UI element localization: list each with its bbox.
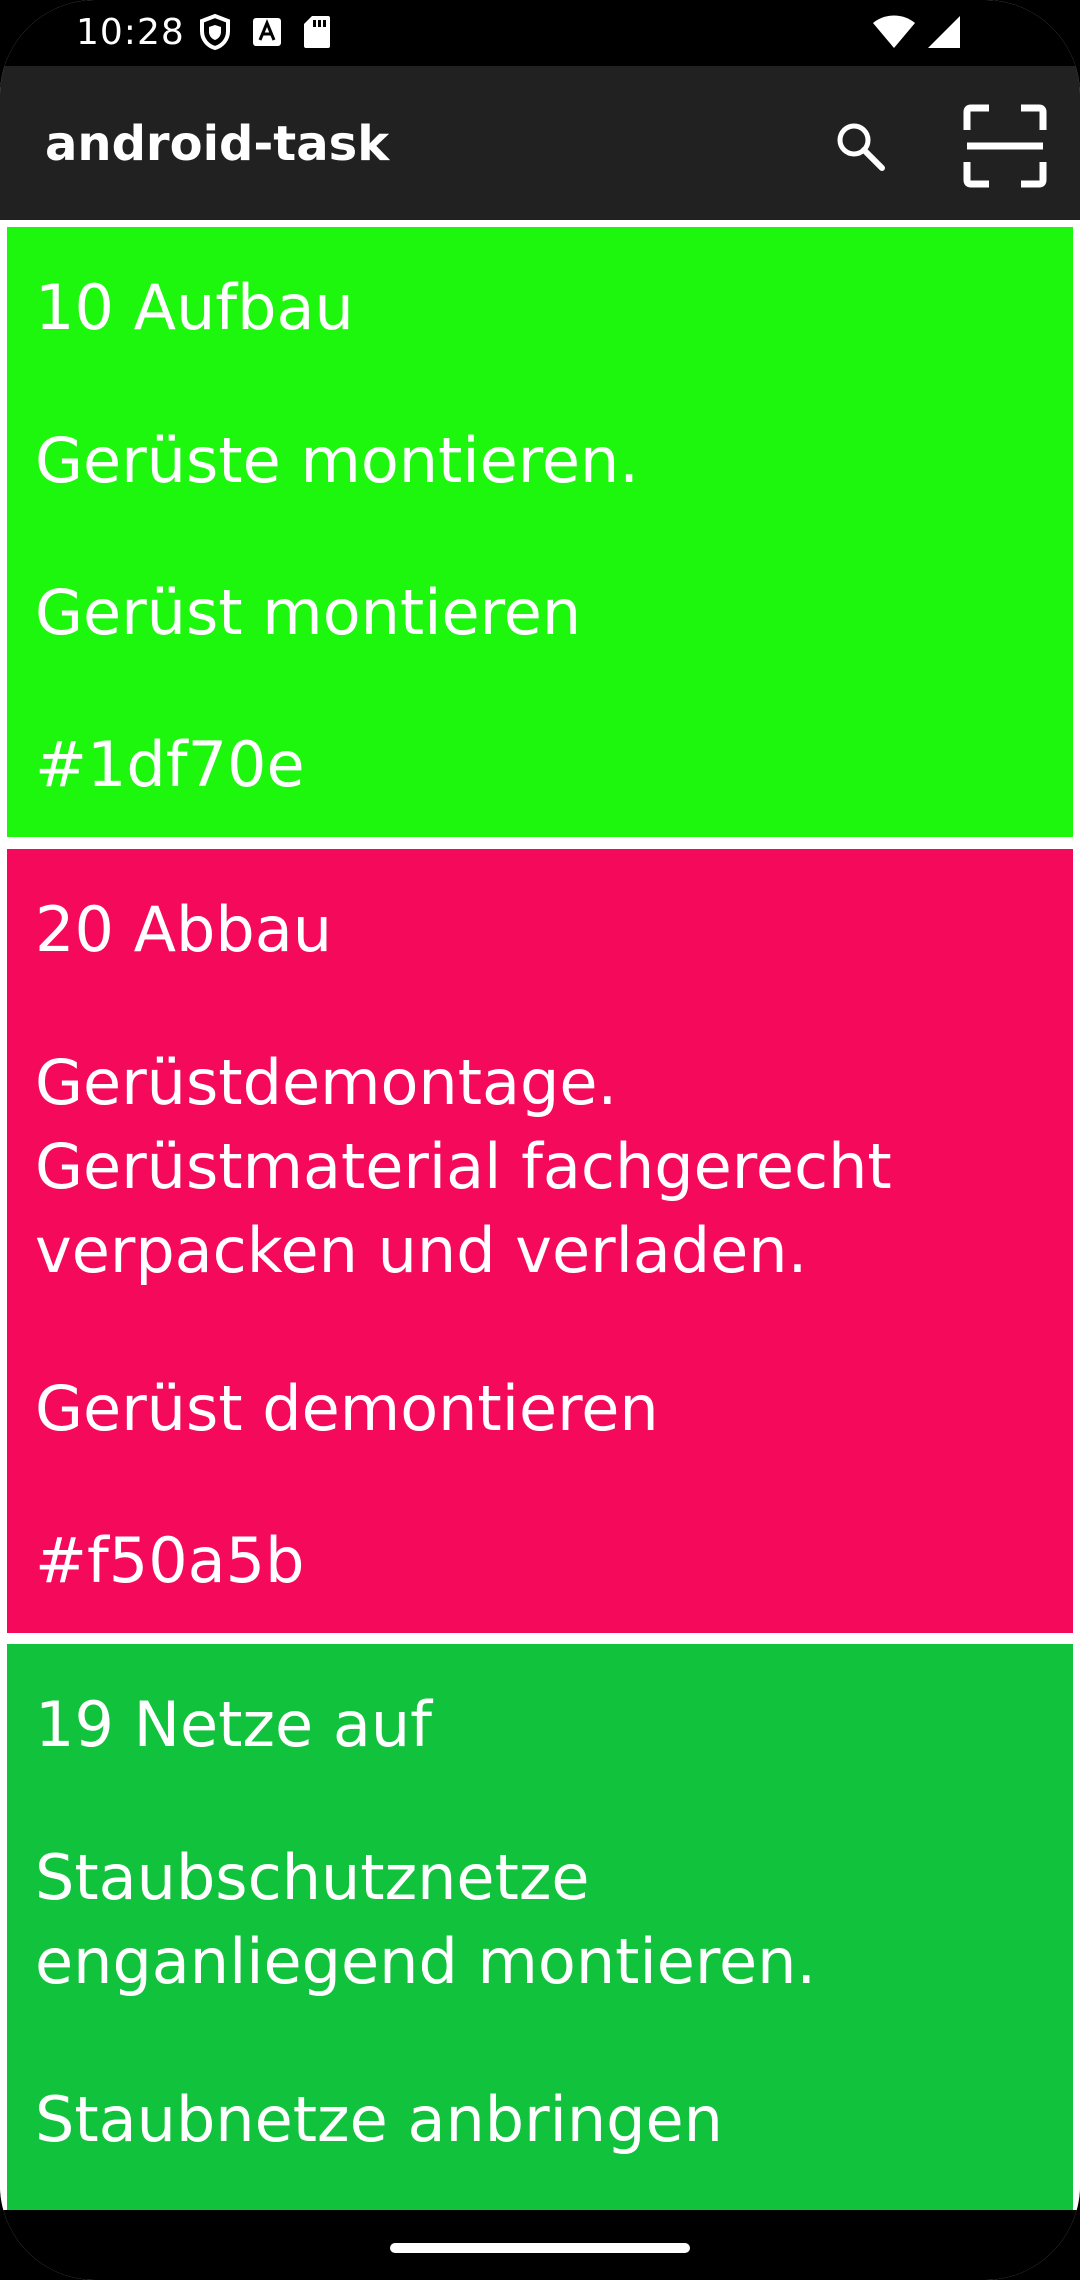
task-description-line: Gerüstdemontage. [35, 1046, 618, 1119]
task-list[interactable]: 10 Aufbau Gerüste montieren. Gerüst mont… [0, 220, 1080, 2210]
search-button[interactable] [818, 106, 902, 190]
task-color: #f50a5b [35, 1524, 305, 1597]
task-description: Gerüste montieren. [35, 424, 640, 497]
status-time: 10:28 [76, 12, 185, 53]
status-icons-left [198, 13, 332, 55]
task-card[interactable]: 20 Abbau Gerüstdemontage. Gerüstmaterial… [7, 849, 1073, 1633]
phone-screen: 10:28 android-task 10 Aufbau Gerüste mon… [0, 0, 1080, 2280]
task-title: 20 Abbau [35, 893, 333, 966]
search-icon [832, 118, 888, 178]
navigation-bar [0, 2210, 1080, 2280]
app-bar: android-task [0, 66, 1080, 220]
task-title: 19 Netze auf [35, 1688, 432, 1761]
task-description-line: enganliegend montieren. [35, 1925, 817, 1998]
cell-signal-icon [926, 14, 962, 54]
wifi-icon [872, 14, 916, 54]
status-bar: 10:28 [0, 0, 1080, 66]
task-name: Staubnetze anbringen [35, 2083, 723, 2156]
a-notification-icon [250, 15, 284, 53]
task-description-line: Staubschutznetze [35, 1841, 590, 1914]
scan-frame-icon [963, 104, 1047, 192]
status-icons-right [872, 14, 962, 54]
app-title: android-task [45, 116, 390, 172]
home-indicator[interactable] [390, 2243, 690, 2253]
task-title: 10 Aufbau [35, 271, 354, 344]
shield-icon [198, 13, 232, 55]
task-description-line: Gerüstmaterial fachgerecht [35, 1130, 892, 1203]
task-color: #1df70e [35, 728, 305, 801]
sd-card-icon [302, 14, 332, 54]
scan-button[interactable] [950, 93, 1060, 203]
task-name: Gerüst montieren [35, 576, 582, 649]
task-card[interactable]: 19 Netze auf Staubschutznetze enganliege… [7, 1644, 1073, 2210]
task-card[interactable]: 10 Aufbau Gerüste montieren. Gerüst mont… [7, 227, 1073, 837]
task-description-line: verpacken und verladen. [35, 1214, 808, 1287]
task-name: Gerüst demontieren [35, 1372, 659, 1445]
